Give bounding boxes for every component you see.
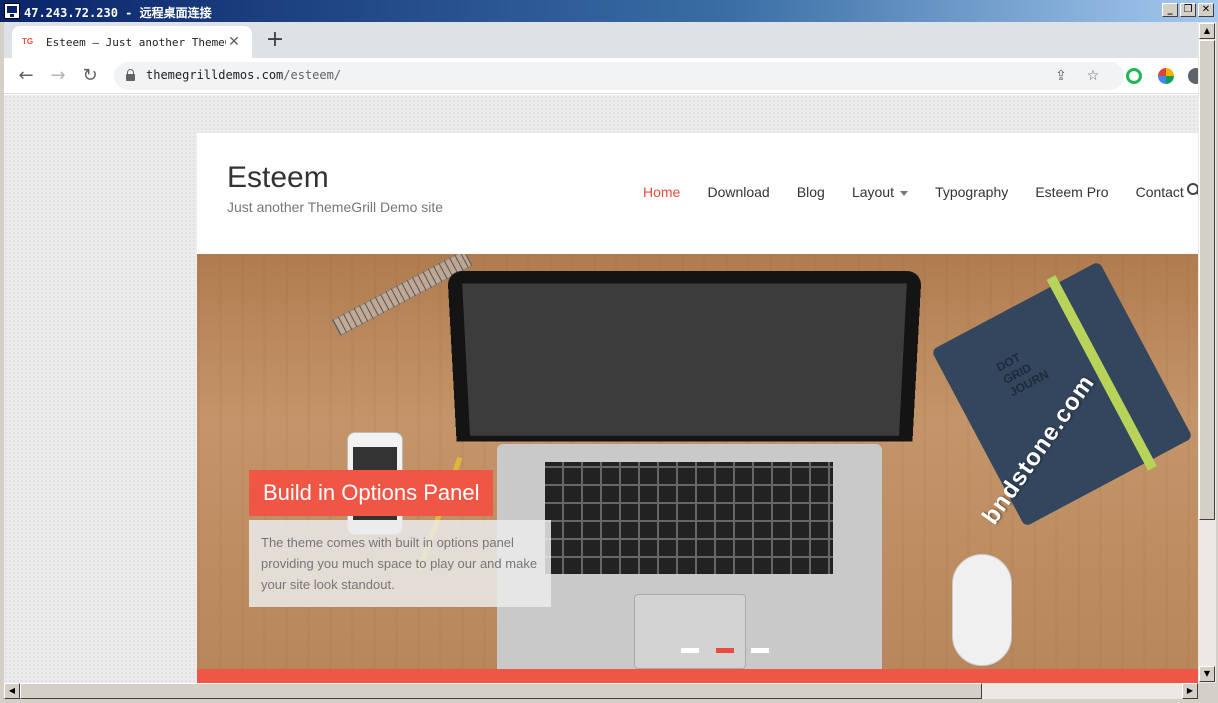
forward-arrow-icon[interactable]: → [46,64,70,88]
horizontal-scroll-thumb[interactable] [20,683,982,699]
site-header: Esteem Just another ThemeGrill Demo site… [197,133,1198,254]
tab-esteem[interactable]: TG Esteem – Just another ThemeGrill Demo… [12,26,252,58]
tab-strip: TG Esteem – Just another ThemeGrill Demo… [4,22,1198,58]
slider-dot-3[interactable] [751,648,769,653]
nav-item-typography[interactable]: Typography [935,184,1008,200]
nav-item-home[interactable]: Home [643,184,680,200]
share-icon[interactable]: ⇪ [1052,67,1070,85]
address-bar[interactable]: themegrilldemos.com/esteem/ ⇪ ☆ [114,62,1124,90]
accent-bar [197,669,1198,683]
reload-icon[interactable]: ↻ [78,64,102,88]
nav-item-contact[interactable]: Contact [1136,184,1184,200]
browser-window: TG Esteem – Just another ThemeGrill Demo… [4,22,1198,683]
minimize-icon: _ [1167,4,1173,15]
nav-item-esteem-pro[interactable]: Esteem Pro [1035,184,1108,200]
notebook-label: DOT GRID JOURN [994,350,1051,400]
chevron-down-icon [899,190,908,196]
vertical-scroll-thumb[interactable] [1199,40,1215,520]
main-navigation: Home Download Blog Layout Typography Est… [643,182,1198,202]
chat-extension-icon[interactable] [1126,68,1142,84]
hero-slider: DOT GRID JOURN Build in Options Panel The … [197,254,1198,669]
scroll-left-button[interactable]: ◀ [4,683,20,699]
tab-title: Esteem – Just another ThemeGrill Demo si… [46,35,226,49]
rdp-window-title: 47.243.72.230 - 远程桌面连接 [24,6,212,20]
slide-description: The theme comes with built in options pa… [249,520,551,607]
scroll-down-button[interactable]: ▼ [1199,666,1215,682]
nav-item-blog[interactable]: Blog [797,184,825,200]
rdp-title-bar: 47.243.72.230 - 远程桌面连接 _ ❐ ✕ [0,0,1218,22]
minimize-button[interactable]: _ [1162,3,1178,17]
horizontal-scrollbar[interactable]: ◀ ▶ [4,683,1198,699]
tab-close-icon[interactable]: ✕ [226,34,242,50]
slider-dot-2[interactable] [716,648,734,653]
nav-item-layout[interactable]: Layout [852,184,908,200]
restore-icon: ❐ [1183,4,1193,15]
browser-toolbar: ← → ↻ themegrilldemos.com/esteem/ ⇪ ☆ [4,58,1198,94]
slider-pagination [681,648,769,653]
keyboard-image [545,462,833,574]
close-icon: ✕ [1201,4,1211,15]
notebook-band [1046,275,1157,471]
page-viewport: Esteem Just another ThemeGrill Demo site… [4,95,1198,683]
remote-desktop-icon [4,3,20,19]
site-tagline: Just another ThemeGrill Demo site [227,199,444,215]
laptop-base-image [497,444,882,669]
new-tab-button[interactable]: + [262,28,288,54]
scroll-up-button[interactable]: ▲ [1199,23,1215,39]
scroll-right-button[interactable]: ▶ [1182,683,1198,699]
close-button[interactable]: ✕ [1198,3,1214,17]
profile-avatar-icon[interactable] [1188,68,1198,84]
bookmark-star-icon[interactable]: ☆ [1084,67,1102,85]
back-arrow-icon[interactable]: ← [14,64,38,88]
site-container: Esteem Just another ThemeGrill Demo site… [197,133,1198,683]
window-controls: _ ❐ ✕ [1162,3,1214,17]
laptop-screen-image [447,271,922,442]
vertical-scrollbar[interactable]: ▲ ▼ [1198,22,1216,683]
url-text: themegrilldemos.com/esteem/ [146,68,342,82]
site-title[interactable]: Esteem [227,161,329,195]
restore-button[interactable]: ❐ [1180,3,1196,17]
trackpad-image [634,594,746,669]
slide-title[interactable]: Build in Options Panel [249,470,494,516]
lock-icon[interactable] [126,69,135,81]
extension-icon[interactable] [1158,68,1174,84]
search-icon[interactable] [1187,183,1198,197]
mouse-image [952,554,1012,666]
slider-dot-1[interactable] [681,648,699,653]
nav-item-download[interactable]: Download [707,184,769,200]
themegrill-favicon-icon: TG [22,37,34,46]
